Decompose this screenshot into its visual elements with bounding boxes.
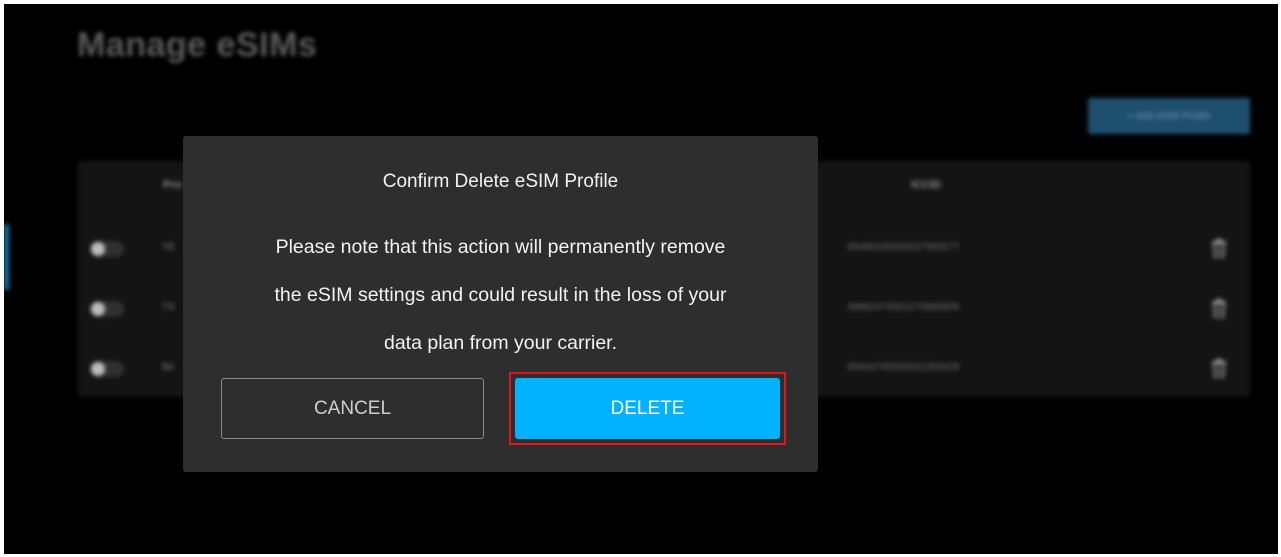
page-title: Manage eSIMs bbox=[77, 26, 318, 64]
side-accent-bar bbox=[4, 224, 9, 290]
manage-esims-screen: Manage eSIMs + Add eSIM Profile Pro ICCI… bbox=[4, 4, 1278, 554]
profile-name: Be bbox=[162, 362, 175, 373]
column-header-iccid: ICCID bbox=[911, 179, 941, 191]
profile-toggle-switch[interactable] bbox=[90, 241, 124, 257]
column-header-profile: Pro bbox=[163, 179, 182, 191]
cancel-button[interactable]: CANCEL bbox=[221, 378, 484, 439]
profile-name: TS bbox=[162, 302, 175, 313]
profile-toggle-switch[interactable] bbox=[90, 361, 124, 377]
confirm-delete-dialog: Confirm Delete eSIM Profile Please note … bbox=[183, 136, 818, 472]
profile-iccid: 89882470001275886809 bbox=[848, 302, 960, 313]
profile-name: YE bbox=[162, 242, 176, 253]
dialog-message-line: Please note that this action will perman… bbox=[275, 236, 726, 258]
profile-toggle-switch[interactable] bbox=[90, 301, 124, 317]
trash-icon[interactable] bbox=[1211, 358, 1227, 378]
profile-iccid: 89444765000022263429 bbox=[848, 362, 960, 373]
trash-icon[interactable] bbox=[1211, 298, 1227, 318]
dialog-message-line: data plan from your carrier. bbox=[383, 332, 618, 354]
dialog-title: Confirm Delete eSIM Profile bbox=[382, 171, 619, 192]
dialog-message: Please note that this action will perman… bbox=[213, 223, 788, 367]
dialog-message-line: the eSIM settings and could result in th… bbox=[274, 284, 727, 306]
add-esim-profile-button[interactable]: + Add eSIM Profile bbox=[1088, 98, 1250, 134]
profile-iccid: 89480100000027992577 bbox=[848, 242, 960, 253]
delete-button[interactable]: DELETE bbox=[515, 378, 780, 439]
trash-icon[interactable] bbox=[1211, 238, 1227, 258]
